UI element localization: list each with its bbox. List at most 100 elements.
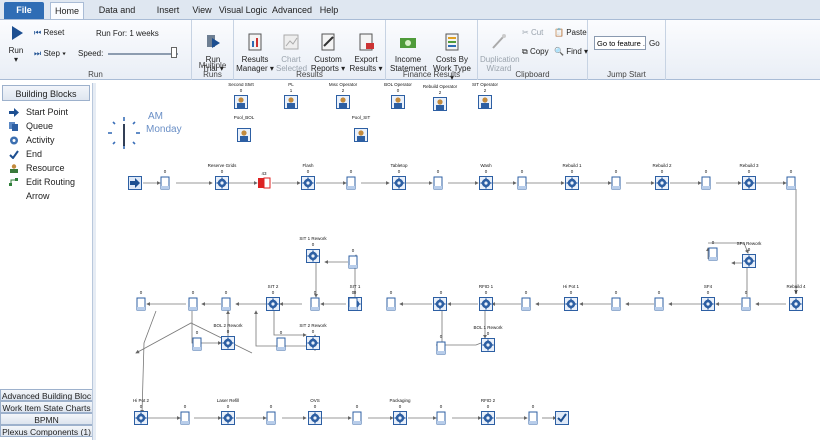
speed-slider-thumb[interactable] — [171, 47, 177, 58]
resource-2[interactable] — [336, 95, 350, 111]
block-resource[interactable]: Resource — [0, 161, 92, 175]
advanced-building-blocks-button[interactable]: Advanced Building Bloc — [0, 389, 93, 401]
queue-mid-1[interactable] — [654, 297, 664, 313]
queue-bot-4[interactable] — [528, 411, 538, 427]
tab-help[interactable]: Help — [316, 2, 342, 19]
queue-mid-2[interactable] — [611, 297, 621, 313]
tab-home[interactable]: Home — [50, 2, 84, 19]
resource-1[interactable] — [284, 95, 298, 111]
tab-visual-logic[interactable]: Visual Logic — [218, 2, 268, 19]
queue-top-1[interactable] — [346, 176, 356, 192]
resource-5[interactable] — [478, 95, 492, 111]
export-results-button[interactable]: Export Results ▾ — [348, 24, 384, 73]
queue-bot-3[interactable] — [436, 411, 446, 427]
start-point-block[interactable] — [128, 176, 142, 192]
block-activity[interactable]: Activity — [0, 133, 92, 147]
custom-reports-button[interactable]: Custom Reports ▾ — [310, 24, 346, 73]
queue-sit2-rework[interactable] — [276, 337, 286, 353]
queue-bol1-rework[interactable] — [436, 341, 446, 357]
queue-mid-0[interactable] — [741, 297, 751, 313]
activity-top-2[interactable] — [392, 176, 406, 192]
tab-file[interactable]: File — [4, 2, 44, 19]
queue-bot-2[interactable] — [352, 411, 362, 427]
resource-7[interactable] — [354, 128, 368, 144]
activity-bot-22-count: 0 — [486, 404, 490, 409]
queue-bol2-rework[interactable] — [192, 337, 202, 353]
activity-top-6[interactable] — [742, 176, 756, 192]
plexus-components-button[interactable]: Plexus Components (1) — [0, 425, 93, 437]
income-statement-button[interactable]: Income Statement — [390, 24, 426, 73]
activity-mid-12[interactable] — [564, 297, 578, 313]
activity-mid-14[interactable] — [742, 254, 756, 270]
speed-slider-track[interactable] — [108, 53, 178, 55]
blocked-queue[interactable] — [257, 177, 271, 191]
go-button[interactable]: Go — [649, 39, 660, 48]
queue-top-0[interactable] — [160, 176, 170, 192]
queue-bot-1[interactable] — [266, 411, 276, 427]
go-to-feature-input[interactable] — [594, 36, 646, 50]
chart-selected-button[interactable]: Chart Selected — [276, 24, 307, 73]
activity-mid-15[interactable] — [221, 336, 235, 352]
queue-mid-6[interactable] — [310, 297, 320, 313]
queue-mid-10[interactable] — [348, 297, 358, 313]
block-end[interactable]: End — [0, 147, 92, 161]
queue-bot-0[interactable] — [180, 411, 190, 427]
queue-top-3[interactable] — [517, 176, 527, 192]
activity-mid-17[interactable] — [481, 338, 495, 354]
resource-0[interactable] — [234, 95, 248, 111]
activity-top-1[interactable] — [301, 176, 315, 192]
find-button[interactable]: 🔍 Find ▾ — [554, 47, 588, 56]
resource-4[interactable] — [433, 97, 447, 113]
activity-mid-16[interactable] — [306, 336, 320, 352]
queue-top-4[interactable] — [611, 176, 621, 192]
bpmn-button[interactable]: BPMN — [0, 413, 93, 425]
tab-insert[interactable]: Insert — [150, 2, 186, 19]
results-manager-button[interactable]: Results Manager ▾ — [236, 24, 274, 73]
activity-top-4[interactable] — [565, 176, 579, 192]
queue-mid-3[interactable] — [521, 297, 531, 313]
block-start-point[interactable]: Start Point — [0, 105, 92, 119]
step-button[interactable]: ⏭ Step ▾ — [34, 49, 66, 59]
activity-mid-13[interactable] — [701, 297, 715, 313]
block-queue[interactable]: Queue — [0, 119, 92, 133]
resource-6[interactable] — [237, 128, 251, 144]
queue-mid-5[interactable] — [386, 297, 396, 313]
queue-sf4-rework[interactable] — [708, 247, 718, 263]
queue-top-6[interactable] — [786, 176, 796, 192]
queue-top-5[interactable] — [701, 176, 711, 192]
activity-bot-20[interactable] — [308, 411, 322, 427]
work-item-state-charts-button[interactable]: Work Item State Charts — [0, 401, 93, 413]
activity-mid-11[interactable] — [479, 297, 493, 313]
activity-mid-7[interactable] — [789, 297, 803, 313]
activity-bot-21[interactable] — [393, 411, 407, 427]
activity-top-3[interactable] — [479, 176, 493, 192]
activity-top-5[interactable] — [655, 176, 669, 192]
model-canvas[interactable]: AM Monday Second Shift 0 PL 1 Misc Operator 2… — [96, 83, 820, 440]
run-button[interactable]: Run ▾ — [4, 24, 28, 64]
end-point-block[interactable] — [555, 411, 569, 427]
queue-top-2[interactable] — [433, 176, 443, 192]
queue-mid-7[interactable] — [221, 297, 231, 313]
queue-mid-9[interactable] — [136, 297, 146, 313]
reset-button[interactable]: ⏮ Reset — [34, 28, 64, 38]
resource-3[interactable] — [391, 95, 405, 111]
activity-merge[interactable] — [433, 297, 447, 313]
paste-button[interactable]: 📋 Paste — [554, 28, 587, 37]
activity-top-0[interactable] — [215, 176, 229, 192]
duplication-wizard-button[interactable]: Duplication Wizard — [480, 24, 520, 73]
copy-button[interactable]: ⧉ Copy — [522, 47, 549, 57]
activity-bot-19[interactable] — [221, 411, 235, 427]
activity-mid-9[interactable] — [266, 297, 280, 313]
block-edit-routing-arrow[interactable]: Edit Routing Arrow — [0, 175, 92, 201]
custom-reports-icon — [321, 33, 335, 51]
activity-mid-8[interactable] — [306, 249, 320, 265]
tab-advanced[interactable]: Advanced — [270, 2, 314, 19]
queue-sit1-rework[interactable] — [348, 255, 358, 271]
tab-view[interactable]: View — [188, 2, 216, 19]
building-blocks-header[interactable]: Building Blocks — [2, 85, 90, 101]
activity-bot-22[interactable] — [481, 411, 495, 427]
cut-button[interactable]: ✂ Cut — [522, 28, 543, 37]
queue-mid-8[interactable] — [188, 297, 198, 313]
tab-data-and-rules[interactable]: Data and Rules — [86, 2, 148, 32]
activity-bot-18[interactable] — [134, 411, 148, 427]
